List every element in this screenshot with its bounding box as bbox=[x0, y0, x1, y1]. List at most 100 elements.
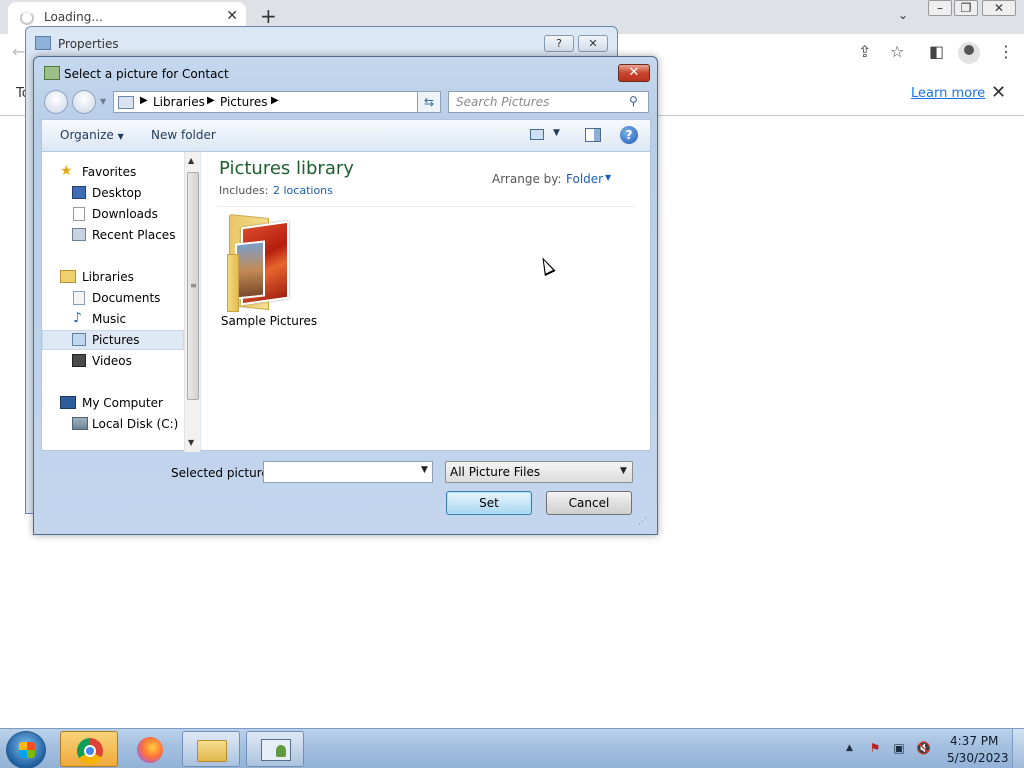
contact-icon bbox=[261, 739, 291, 761]
tab-search-chevron-icon[interactable]: ⌄ bbox=[898, 8, 908, 22]
contact-icon bbox=[44, 66, 60, 80]
dialog-close-button[interactable]: ✕ bbox=[618, 64, 650, 82]
properties-help-button[interactable]: ? bbox=[544, 35, 574, 52]
menu-kebab-icon[interactable]: ⋮ bbox=[998, 42, 1014, 61]
learn-more-link[interactable]: Learn more bbox=[911, 86, 985, 101]
desktop-icon bbox=[72, 186, 86, 199]
taskbar-contacts[interactable] bbox=[246, 731, 304, 767]
help-icon[interactable]: ? bbox=[620, 126, 638, 144]
infobar-close-button[interactable]: ✕ bbox=[991, 82, 1006, 103]
properties-title: Properties bbox=[58, 37, 119, 51]
videos-film-icon bbox=[72, 354, 86, 367]
file-type-select[interactable]: All Picture Files ▼ bbox=[445, 461, 633, 483]
nav-item-label: Documents bbox=[92, 291, 161, 305]
refresh-button[interactable]: ⇆ bbox=[417, 91, 441, 113]
nav-item-pictures[interactable]: Pictures bbox=[42, 330, 184, 350]
resize-grip-icon[interactable]: ⋰ bbox=[638, 517, 647, 527]
organize-label: Organize bbox=[60, 128, 114, 142]
breadcrumb-libraries[interactable]: Libraries bbox=[153, 95, 205, 109]
nav-item-local-disk[interactable]: Local Disk (C:) bbox=[42, 414, 184, 434]
action-center-flag-icon[interactable]: ⚑ bbox=[868, 741, 882, 755]
organize-button[interactable]: Organize ▼ bbox=[60, 128, 124, 142]
nav-item-label: Pictures bbox=[92, 333, 140, 347]
command-bar: Organize ▼ New folder ▼ ? bbox=[41, 119, 651, 151]
nav-item-label: Libraries bbox=[82, 270, 134, 284]
locations-link[interactable]: 2 locations bbox=[273, 184, 333, 197]
search-input[interactable]: Search Pictures bbox=[456, 95, 549, 109]
pictures-icon bbox=[72, 333, 86, 346]
nav-item-downloads[interactable]: Downloads bbox=[42, 204, 184, 224]
volume-muted-icon[interactable]: 🔇 bbox=[916, 741, 931, 755]
nav-item-music[interactable]: ♪ Music bbox=[42, 309, 184, 329]
address-bar[interactable]: ▶ Libraries ▶ Pictures ▶ ▼ bbox=[113, 91, 488, 113]
profile-avatar[interactable] bbox=[958, 42, 980, 64]
scroll-up-arrow-icon[interactable]: ▲ bbox=[188, 156, 194, 165]
tab-title: Loading... bbox=[44, 10, 103, 24]
nav-item-libraries[interactable]: Libraries bbox=[42, 267, 184, 287]
clock-date[interactable]: 5/30/2023 bbox=[947, 751, 1009, 765]
selected-picture-input[interactable]: ▼ bbox=[263, 461, 433, 483]
grip-icon: ≡ bbox=[190, 281, 197, 290]
windows-logo-icon bbox=[19, 742, 35, 758]
contact-icon bbox=[35, 36, 51, 50]
nav-pane-scrollbar[interactable]: ▲ ≡ ▼ bbox=[184, 152, 200, 452]
folder-item-sample-pictures[interactable]: Sample Pictures bbox=[221, 213, 317, 328]
share-icon[interactable]: ⇪ bbox=[858, 42, 871, 61]
taskbar: ▲ ⚑ ▣ 🔇 4:37 PM 5/30/2023 bbox=[0, 728, 1024, 768]
nav-item-label: My Computer bbox=[82, 396, 163, 410]
taskbar-chrome[interactable] bbox=[60, 731, 118, 767]
chevron-down-icon[interactable]: ▼ bbox=[605, 173, 611, 182]
start-button[interactable] bbox=[6, 731, 46, 768]
taskbar-firefox[interactable] bbox=[121, 731, 179, 767]
file-content-area: Pictures library Includes: 2 locations A… bbox=[200, 151, 651, 451]
set-button[interactable]: Set bbox=[446, 491, 532, 515]
new-folder-button[interactable]: New folder bbox=[151, 128, 216, 142]
arrange-by-dropdown[interactable]: Folder bbox=[566, 172, 603, 186]
includes-label: Includes: bbox=[219, 184, 269, 197]
file-type-value: All Picture Files bbox=[450, 465, 541, 479]
nav-item-my-computer[interactable]: My Computer bbox=[42, 393, 184, 413]
view-options-chevron-icon[interactable]: ▼ bbox=[553, 128, 560, 138]
breadcrumb-arrow-icon[interactable]: ▶ bbox=[271, 95, 279, 106]
computer-icon bbox=[60, 396, 76, 409]
breadcrumb-arrow-icon[interactable]: ▶ bbox=[140, 95, 148, 106]
loading-spinner-icon bbox=[20, 11, 34, 25]
show-hidden-icons-arrow-icon[interactable]: ▲ bbox=[846, 743, 853, 753]
clock-time[interactable]: 4:37 PM bbox=[950, 734, 998, 748]
properties-close-button[interactable]: ✕ bbox=[578, 35, 608, 52]
nav-item-favorites[interactable]: ★ Favorites bbox=[42, 162, 184, 182]
back-button[interactable] bbox=[44, 90, 68, 114]
tab-close-button[interactable]: ✕ bbox=[226, 8, 238, 24]
nav-item-videos[interactable]: Videos bbox=[42, 351, 184, 371]
search-box[interactable]: Search Pictures ⚲ bbox=[448, 91, 649, 113]
search-icon[interactable]: ⚲ bbox=[629, 94, 638, 108]
restore-button[interactable]: ❐ bbox=[954, 0, 978, 16]
breadcrumb-pictures[interactable]: Pictures bbox=[220, 95, 268, 109]
scroll-down-arrow-icon[interactable]: ▼ bbox=[188, 438, 194, 447]
chevron-down-icon[interactable]: ▼ bbox=[421, 465, 428, 475]
nav-item-recent-places[interactable]: Recent Places bbox=[42, 225, 184, 245]
dialog-title: Select a picture for Contact bbox=[64, 67, 229, 81]
nav-item-desktop[interactable]: Desktop bbox=[42, 183, 184, 203]
chevron-down-icon[interactable]: ▼ bbox=[620, 466, 627, 476]
new-tab-button[interactable]: + bbox=[260, 4, 277, 28]
taskbar-explorer[interactable] bbox=[182, 731, 240, 767]
side-panel-icon[interactable]: ◧ bbox=[929, 42, 944, 61]
window-close-button[interactable]: ✕ bbox=[982, 0, 1016, 16]
bookmark-star-icon[interactable]: ☆ bbox=[890, 42, 904, 61]
minimize-button[interactable]: – bbox=[928, 0, 952, 16]
breadcrumb-arrow-icon[interactable]: ▶ bbox=[207, 95, 215, 106]
preview-pane-icon[interactable] bbox=[585, 128, 601, 142]
firefox-icon bbox=[137, 737, 163, 763]
forward-button[interactable] bbox=[72, 90, 96, 114]
back-arrow-icon[interactable]: ← bbox=[12, 42, 25, 61]
show-desktop-button[interactable] bbox=[1012, 729, 1024, 768]
nav-item-label: Desktop bbox=[92, 186, 142, 200]
cancel-button[interactable]: Cancel bbox=[546, 491, 632, 515]
nav-item-documents[interactable]: Documents bbox=[42, 288, 184, 308]
network-icon[interactable]: ▣ bbox=[892, 741, 906, 755]
divider bbox=[217, 206, 635, 207]
scrollbar-thumb[interactable]: ≡ bbox=[187, 172, 199, 400]
recent-pages-chevron-icon[interactable]: ▼ bbox=[100, 97, 106, 106]
change-view-icon[interactable] bbox=[530, 129, 544, 140]
